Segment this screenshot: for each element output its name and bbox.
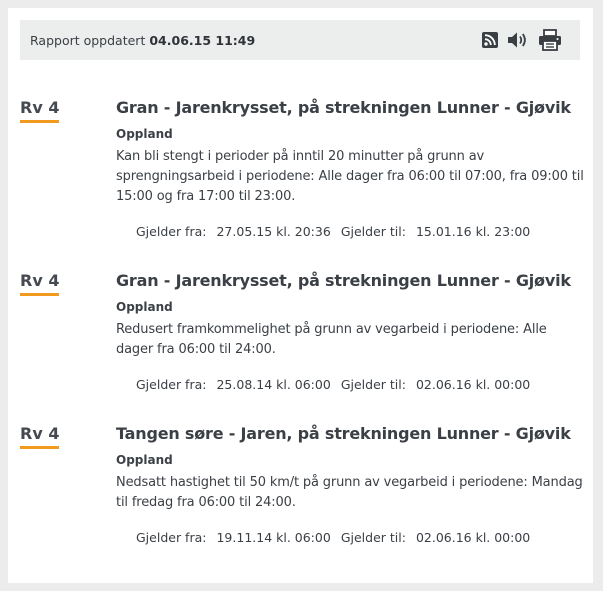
valid-to-label: Gjelder til: [340, 530, 406, 545]
report-tools [482, 20, 562, 60]
updated-label: Rapport oppdatert [30, 32, 146, 48]
valid-from-value: 27.05.15 kl. 20:36 [216, 224, 331, 239]
valid-from-label: Gjelder fra: [136, 377, 207, 392]
road-label[interactable]: Rv 4 [20, 98, 60, 123]
valid-from-label: Gjelder fra: [136, 224, 207, 239]
printer-icon[interactable] [538, 29, 562, 51]
county-label: Oppland [116, 453, 173, 467]
message-description: Nedsatt hastighet til 50 km/t på grunn a… [116, 475, 583, 510]
rss-icon[interactable] [482, 32, 498, 48]
validity-period: Gjelder fra: 27.05.15 kl. 20:36 Gjelder ti… [116, 224, 586, 239]
valid-from-label: Gjelder fra: [136, 530, 207, 545]
message-title: Gran - Jarenkrysset, på strekningen Lunn… [116, 98, 571, 117]
updated-text: Rapport oppdatert 04.06.15 11:49 [30, 33, 255, 48]
message-title: Gran - Jarenkrysset, på strekningen Lunn… [116, 271, 571, 290]
message-content: Tangen søre - Jaren, på strekningen Lunn… [116, 424, 586, 545]
message-description: Kan bli stengt i perioder på inntil 20 m… [116, 149, 584, 204]
validity-period: Gjelder fra: 19.11.14 kl. 06:00 Gjelder ti… [116, 530, 586, 545]
valid-to-value: 15.01.16 kl. 23:00 [415, 224, 531, 239]
valid-to-label: Gjelder til: [340, 377, 406, 392]
county-label: Oppland [116, 300, 173, 314]
speaker-icon[interactable] [507, 31, 529, 49]
validity-period: Gjelder fra: 25.08.14 kl. 06:00 Gjelder ti… [116, 377, 586, 392]
valid-to-value: 02.06.16 kl. 00:00 [415, 377, 531, 392]
road-label[interactable]: Rv 4 [20, 271, 60, 296]
message-title: Tangen søre - Jaren, på strekningen Lunn… [116, 424, 571, 443]
valid-from-value: 25.08.14 kl. 06:00 [216, 377, 331, 392]
updated-timestamp: 04.06.15 11:49 [149, 32, 256, 48]
valid-to-value: 02.06.16 kl. 00:00 [415, 530, 531, 545]
valid-to-label: Gjelder til: [340, 224, 406, 239]
message-description: Redusert framkommelighet på grunn av veg… [116, 322, 547, 357]
road-label[interactable]: Rv 4 [20, 424, 60, 449]
report-header: Rapport oppdatert 04.06.15 11:49 [20, 20, 580, 60]
report-card: Rapport oppdatert 04.06.15 11:49 Rv 4 Gr… [8, 8, 593, 583]
valid-from-value: 19.11.14 kl. 06:00 [216, 530, 331, 545]
message-content: Gran - Jarenkrysset, på strekningen Lunn… [116, 271, 586, 392]
county-label: Oppland [116, 127, 173, 141]
message-content: Gran - Jarenkrysset, på strekningen Lunn… [116, 98, 586, 239]
